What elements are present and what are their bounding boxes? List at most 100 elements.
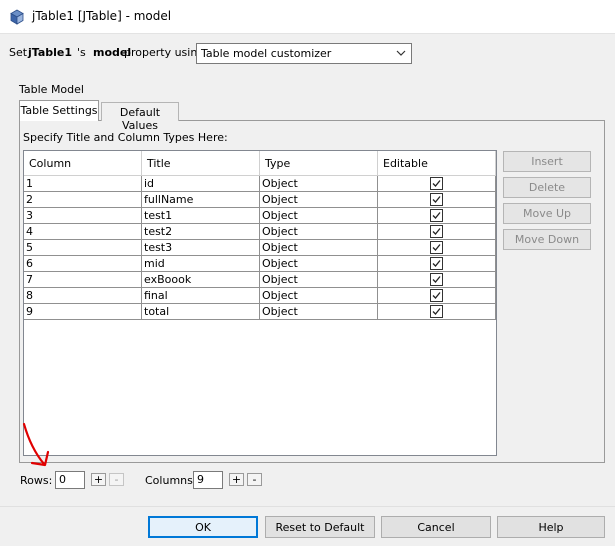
cell-title[interactable]: test1 xyxy=(142,208,260,224)
cell-type[interactable]: Object xyxy=(260,240,378,256)
cell-type[interactable]: Object xyxy=(260,224,378,240)
table-model-label: Table Model xyxy=(19,83,84,96)
checkmark-icon xyxy=(432,276,441,283)
rows-field[interactable]: 0 xyxy=(55,471,85,489)
property-component: jTable1 xyxy=(28,46,73,59)
table-row[interactable]: 4 test2 Object xyxy=(24,224,496,240)
checkmark-icon xyxy=(432,196,441,203)
move-up-button[interactable]: Move Up xyxy=(503,203,591,224)
cell-editable xyxy=(378,224,496,240)
editable-checkbox[interactable] xyxy=(430,225,443,238)
rows-label: Rows: xyxy=(20,474,53,487)
editable-checkbox[interactable] xyxy=(430,289,443,302)
cell-editable xyxy=(378,192,496,208)
cell-column[interactable]: 2 xyxy=(24,192,142,208)
editable-checkbox[interactable] xyxy=(430,177,443,190)
table-row[interactable]: 9 total Object xyxy=(24,304,496,320)
cell-title[interactable]: test2 xyxy=(142,224,260,240)
cell-title[interactable]: mid xyxy=(142,256,260,272)
cell-type[interactable]: Object xyxy=(260,208,378,224)
window-titlebar: jTable1 [JTable] - model xyxy=(0,0,615,34)
rows-decrement-button[interactable]: - xyxy=(109,473,124,486)
move-down-button[interactable]: Move Down xyxy=(503,229,591,250)
header-column[interactable]: Column xyxy=(24,151,142,176)
cell-type[interactable]: Object xyxy=(260,304,378,320)
cell-column[interactable]: 6 xyxy=(24,256,142,272)
tab-table-settings[interactable]: Table Settings xyxy=(19,100,99,121)
editable-checkbox[interactable] xyxy=(430,257,443,270)
cell-title[interactable]: total xyxy=(142,304,260,320)
table-row[interactable]: 6 mid Object xyxy=(24,256,496,272)
cell-column[interactable]: 3 xyxy=(24,208,142,224)
chevron-down-icon xyxy=(396,50,406,56)
cell-type[interactable]: Object xyxy=(260,272,378,288)
cell-editable xyxy=(378,288,496,304)
separator xyxy=(0,506,615,507)
editable-checkbox[interactable] xyxy=(430,193,443,206)
ok-button[interactable]: OK xyxy=(148,516,258,538)
table-row[interactable]: 3 test1 Object xyxy=(24,208,496,224)
cell-title[interactable]: fullName xyxy=(142,192,260,208)
cell-editable xyxy=(378,304,496,320)
header-title[interactable]: Title xyxy=(142,151,260,176)
editable-checkbox[interactable] xyxy=(430,305,443,318)
checkmark-icon xyxy=(432,308,441,315)
cancel-button[interactable]: Cancel xyxy=(381,516,491,538)
table-row[interactable]: 2 fullName Object xyxy=(24,192,496,208)
columns-table[interactable]: Column Title Type Editable 1 id Object 2 ful… xyxy=(23,150,497,456)
editable-checkbox[interactable] xyxy=(430,241,443,254)
cell-editable xyxy=(378,272,496,288)
checkmark-icon xyxy=(432,212,441,219)
cell-type[interactable]: Object xyxy=(260,256,378,272)
insert-button[interactable]: Insert xyxy=(503,151,591,172)
cell-column[interactable]: 7 xyxy=(24,272,142,288)
checkmark-icon xyxy=(432,244,441,251)
spec-label: Specify Title and Column Types Here: xyxy=(23,131,228,144)
reset-to-default-button[interactable]: Reset to Default xyxy=(265,516,375,538)
columns-increment-button[interactable]: + xyxy=(229,473,244,486)
cell-column[interactable]: 8 xyxy=(24,288,142,304)
cell-title[interactable]: test3 xyxy=(142,240,260,256)
checkmark-icon xyxy=(432,228,441,235)
customizer-select-value: Table model customizer xyxy=(201,47,332,60)
cell-column[interactable]: 1 xyxy=(24,176,142,192)
cell-editable xyxy=(378,240,496,256)
header-editable[interactable]: Editable xyxy=(378,151,496,176)
table-row[interactable]: 7 exBoook Object xyxy=(24,272,496,288)
table-header: Column Title Type Editable xyxy=(24,151,496,176)
cell-title[interactable]: exBoook xyxy=(142,272,260,288)
help-button[interactable]: Help xyxy=(497,516,605,538)
customizer-select[interactable]: Table model customizer xyxy=(196,43,412,64)
header-type[interactable]: Type xyxy=(260,151,378,176)
columns-label: Columns: xyxy=(145,474,197,487)
columns-decrement-button[interactable]: - xyxy=(247,473,262,486)
editable-checkbox[interactable] xyxy=(430,209,443,222)
cell-editable xyxy=(378,256,496,272)
checkmark-icon xyxy=(432,180,441,187)
cell-type[interactable]: Object xyxy=(260,192,378,208)
delete-button[interactable]: Delete xyxy=(503,177,591,198)
cell-type[interactable]: Object xyxy=(260,288,378,304)
table-row[interactable]: 8 final Object xyxy=(24,288,496,304)
property-prefix: Set xyxy=(9,46,28,59)
cell-editable xyxy=(378,208,496,224)
window-title: jTable1 [JTable] - model xyxy=(32,9,172,23)
table-row[interactable]: 5 test3 Object xyxy=(24,240,496,256)
rows-increment-button[interactable]: + xyxy=(91,473,106,486)
cell-editable xyxy=(378,176,496,192)
cell-column[interactable]: 4 xyxy=(24,224,142,240)
cell-type[interactable]: Object xyxy=(260,176,378,192)
table-row[interactable]: 1 id Object xyxy=(24,176,496,192)
checkmark-icon xyxy=(432,260,441,267)
red-arrow-annotation xyxy=(22,422,50,467)
java-bean-icon xyxy=(10,9,24,25)
property-possessive: 's xyxy=(77,46,86,59)
editable-checkbox[interactable] xyxy=(430,273,443,286)
cell-title[interactable]: id xyxy=(142,176,260,192)
cell-title[interactable]: final xyxy=(142,288,260,304)
window-bottom-edge xyxy=(0,546,615,553)
cell-column[interactable]: 9 xyxy=(24,304,142,320)
cell-column[interactable]: 5 xyxy=(24,240,142,256)
columns-field[interactable]: 9 xyxy=(193,471,223,489)
tab-default-values[interactable]: Default Values xyxy=(101,102,179,132)
